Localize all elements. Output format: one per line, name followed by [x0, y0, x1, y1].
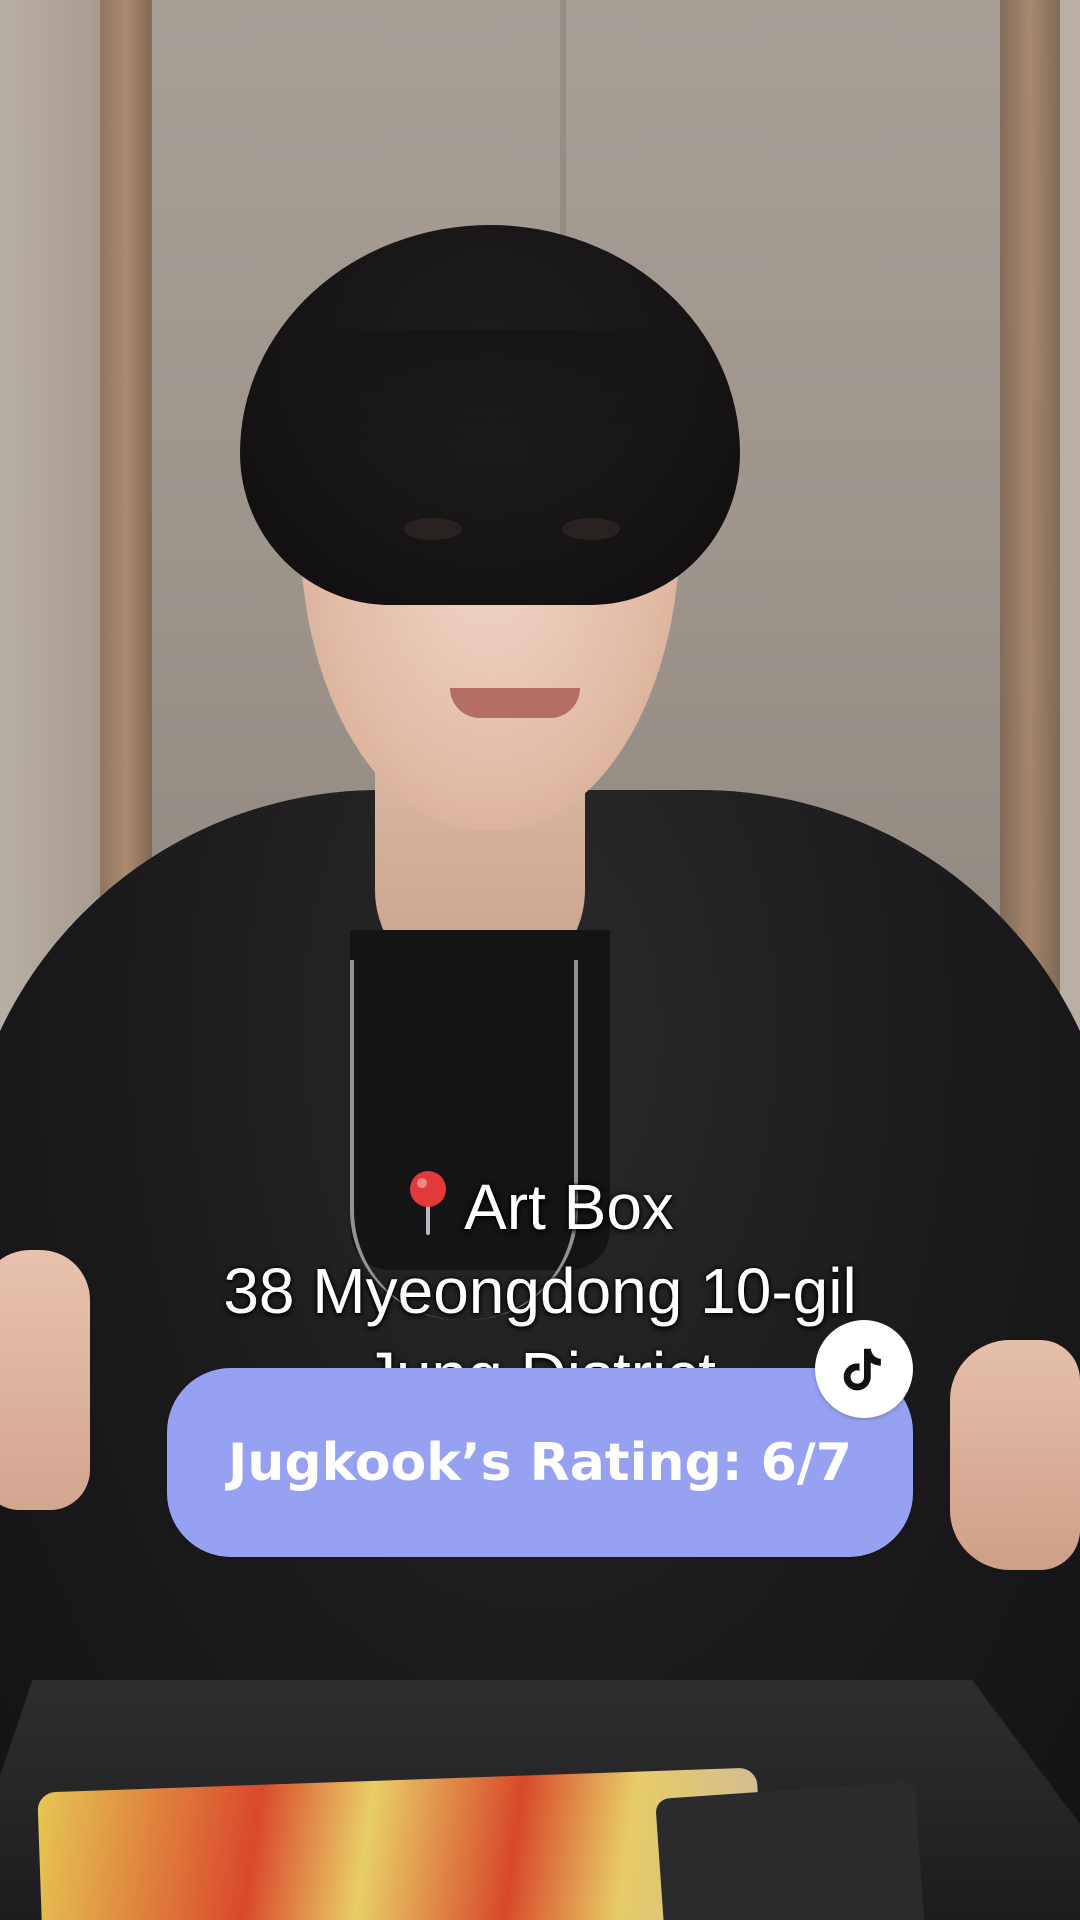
- caption-line-place: Art Box: [0, 1165, 1080, 1249]
- tiktok-badge[interactable]: [815, 1320, 913, 1418]
- round-pushpin-icon: [410, 1171, 447, 1235]
- snack-package-dark: [655, 1781, 925, 1920]
- tiktok-logo-icon: [843, 1348, 881, 1391]
- rating-pill: Jugkook’s Rating: 6/7: [167, 1368, 913, 1557]
- caption-place-name: Art Box: [464, 1171, 674, 1243]
- video-frame: [0, 0, 1080, 1920]
- snack-package: [37, 1767, 763, 1920]
- rating-text: Jugkook’s Rating: 6/7: [228, 1432, 852, 1493]
- door-frame-left: [100, 0, 152, 980]
- caption-line-street: 38 Myeongdong 10-gil: [223, 1255, 857, 1327]
- person-eye-right: [562, 518, 620, 540]
- person-eye-left: [404, 518, 462, 540]
- person-mouth: [450, 688, 580, 718]
